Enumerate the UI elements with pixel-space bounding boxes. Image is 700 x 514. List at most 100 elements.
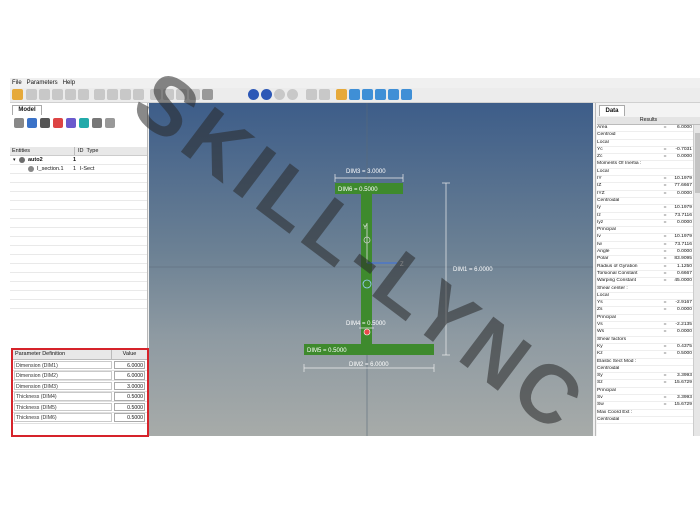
parameter-name: Dimension (DIM1)	[14, 360, 112, 370]
axis-z-label: Z	[400, 262, 404, 268]
model-tool-icon[interactable]	[79, 118, 89, 128]
tool-icon[interactable]	[150, 89, 161, 100]
parameter-name: Thickness (DIM5)	[14, 402, 112, 412]
result-row: Local	[597, 140, 693, 147]
tree-item-i-section[interactable]: I_section.1 1 I-Sect	[10, 165, 147, 173]
model-tool-icon[interactable]	[53, 118, 63, 128]
view-icon[interactable]	[375, 89, 386, 100]
dim3-label[interactable]: DIM3 = 3.0000	[346, 169, 386, 175]
tab-model[interactable]: Model	[12, 105, 42, 115]
view-icon[interactable]	[349, 89, 360, 100]
tool-icon[interactable]	[26, 89, 37, 100]
result-label: Local	[597, 139, 609, 145]
result-value: 0.6667	[677, 270, 692, 276]
result-value	[668, 315, 693, 321]
tab-data[interactable]: Data	[599, 105, 625, 116]
tool-icon[interactable]	[52, 89, 63, 100]
entities-header: Entities ID Type	[10, 147, 147, 156]
parameter-value-input[interactable]: 0.5000	[114, 413, 145, 423]
results-list: Area = 6.0000 Centroid Local Yc = -0.7031 Zc =…	[597, 125, 693, 436]
parameter-value-input[interactable]: 6.0000	[114, 371, 145, 380]
tool-icon[interactable]	[39, 89, 50, 100]
entity-tree: ▾ auto2 1 I_section.1 1 I-Sect	[10, 156, 147, 316]
line-icon[interactable]	[189, 89, 200, 100]
result-label: Centroidal	[597, 416, 620, 422]
parameter-value-input[interactable]: 6.0000	[114, 360, 145, 370]
result-value	[668, 410, 693, 416]
shear-center-marker-icon[interactable]	[363, 328, 371, 336]
zoom-fit-icon[interactable]	[107, 89, 118, 100]
grid-icon[interactable]	[12, 89, 23, 100]
result-value: 1.1250	[677, 263, 692, 269]
column-entities[interactable]: Entities	[10, 147, 75, 155]
circle-tool-icon[interactable]	[274, 89, 285, 100]
model-tool-icon[interactable]	[40, 118, 50, 128]
result-label: Sv	[597, 394, 603, 400]
zoom-icon[interactable]	[94, 89, 105, 100]
model-tool-icon[interactable]	[14, 118, 24, 128]
measure-icon[interactable]	[319, 89, 330, 100]
pan-icon[interactable]	[120, 89, 131, 100]
menu-file[interactable]: File	[10, 78, 25, 87]
tree-item-id: 1	[73, 157, 77, 163]
dim1-label[interactable]: DIM1 = 6.0000	[453, 267, 493, 273]
rotate-icon[interactable]	[133, 89, 144, 100]
tool-icon[interactable]	[163, 89, 174, 100]
result-label: Centroidal	[597, 365, 620, 371]
column-id[interactable]: ID	[75, 147, 84, 155]
model-tool-icon[interactable]	[105, 118, 115, 128]
measure-icon[interactable]	[306, 89, 317, 100]
delete-icon[interactable]	[202, 89, 213, 100]
line-icon[interactable]	[176, 89, 187, 100]
tool-icon[interactable]	[65, 89, 76, 100]
model-tool-icon[interactable]	[92, 118, 102, 128]
result-value	[668, 227, 693, 233]
parameter-row: Dimension (DIM1) 6.0000	[13, 360, 147, 371]
result-value	[668, 293, 693, 299]
circle-tool-icon[interactable]	[261, 89, 272, 100]
view-icon[interactable]	[362, 89, 373, 100]
result-value: 77.6667	[674, 183, 692, 189]
section-viewport[interactable]: DIM3 = 3.0000 DIM6 = 0.5000 DIM1 = 6.000…	[149, 103, 593, 436]
result-label: Ws	[597, 329, 605, 335]
tree-item-auto2[interactable]: ▾ auto2 1	[10, 156, 147, 164]
dim5-label[interactable]: DIM5 = 0.5000	[307, 348, 347, 354]
expand-icon[interactable]: ▾	[13, 156, 16, 164]
view-icon[interactable]	[336, 89, 347, 100]
result-value	[668, 417, 693, 423]
result-value: 0.0000	[677, 307, 692, 313]
tool-icon[interactable]	[78, 89, 89, 100]
circle-tool-icon[interactable]	[248, 89, 259, 100]
parameter-value-input[interactable]: 0.5000	[114, 392, 145, 401]
result-label: Iw	[597, 241, 602, 247]
result-row: Local	[597, 169, 693, 177]
view-icon[interactable]	[388, 89, 399, 100]
dim6-label[interactable]: DIM6 = 0.5000	[338, 187, 378, 193]
result-row: Centroidal	[597, 365, 693, 374]
model-tool-icon[interactable]	[66, 118, 76, 128]
menu-parameters[interactable]: Parameters	[25, 78, 61, 87]
parameter-value-input[interactable]: 3.0000	[114, 381, 145, 391]
result-value: 83.9095	[674, 256, 692, 262]
result-row: IZ = 77.6667	[597, 183, 693, 191]
view-icon[interactable]	[401, 89, 412, 100]
result-value: 3.3993	[677, 373, 692, 379]
results-scrollbar[interactable]	[693, 125, 700, 436]
dim2-label[interactable]: DIM2 = 6.0000	[349, 362, 389, 368]
column-type[interactable]: Type	[84, 147, 99, 155]
result-label: Vs	[597, 322, 603, 328]
result-row: Iw = 73.7116	[597, 241, 693, 250]
circle-tool-icon[interactable]	[287, 89, 298, 100]
model-tool-icon[interactable]	[27, 118, 37, 128]
dim4-label[interactable]: DIM4 = 0.5000	[346, 321, 386, 327]
menu-help[interactable]: Help	[61, 78, 78, 87]
result-label: Moments Of Inertia :	[597, 161, 642, 167]
result-row: Principal	[597, 388, 693, 395]
scrollbar-thumb[interactable]	[695, 133, 700, 193]
parameter-value-input[interactable]: 0.5000	[114, 402, 145, 412]
result-value: -2.9167	[675, 300, 692, 306]
application-window: File Parameters Help Model Entities ID T…	[10, 78, 700, 437]
result-value: 15.6729	[674, 402, 692, 408]
result-value: 10.1979	[674, 176, 692, 182]
result-value: 0.0000	[677, 219, 692, 225]
